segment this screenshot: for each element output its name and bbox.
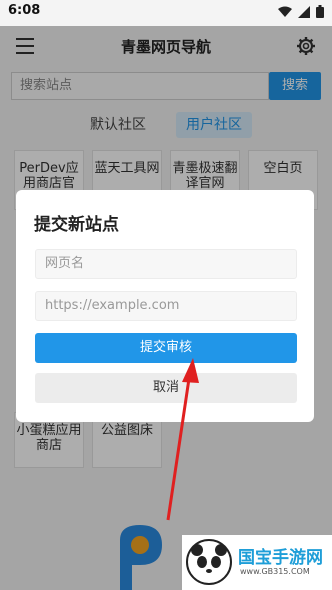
- status-time: 6:08: [8, 3, 41, 18]
- cancel-button[interactable]: 取消: [35, 373, 297, 403]
- battery-icon: [316, 5, 324, 18]
- watermark-text: 国宝手游网: [238, 548, 323, 568]
- site-name-field[interactable]: 网页名: [35, 249, 297, 279]
- wifi-icon: [278, 6, 292, 17]
- signal-icon: [298, 5, 310, 18]
- dialog-title: 提交新站点: [34, 215, 119, 235]
- submit-site-dialog: 提交新站点 网页名 https://example.com 提交审核 取消: [16, 190, 314, 422]
- status-bar: 6:08: [0, 0, 332, 26]
- site-url-field[interactable]: https://example.com: [35, 291, 297, 321]
- status-icons: [278, 5, 324, 18]
- submit-review-button[interactable]: 提交审核: [35, 333, 297, 363]
- panda-logo-icon: [186, 539, 232, 585]
- watermark-url: www.GB315.COM: [240, 567, 310, 576]
- watermark: 国宝手游网 www.GB315.COM: [182, 535, 332, 590]
